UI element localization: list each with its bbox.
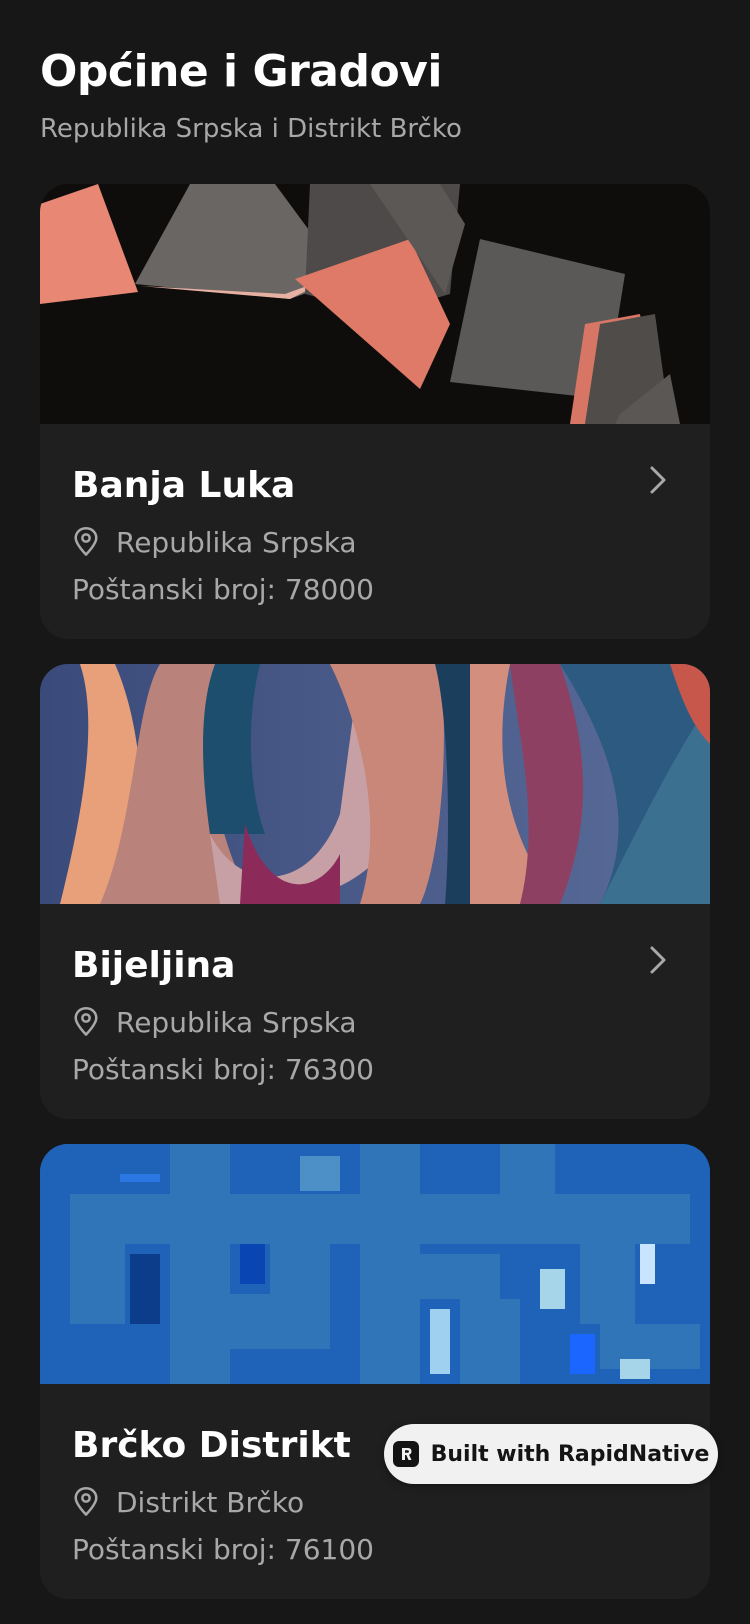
chevron-right-icon[interactable] (646, 944, 670, 976)
card-title: Banja Luka (72, 465, 296, 506)
rapidnative-logo-icon (392, 1441, 419, 1467)
page-title: Općine i Gradovi (40, 46, 442, 97)
page-header: Općine i Gradovi Republika Srpska i Dist… (40, 44, 710, 146)
city-card-banja-luka[interactable]: Banja Luka Republika Srpska Poštanski br… (40, 184, 710, 639)
map-pin-icon (74, 527, 98, 556)
card-region: Republika Srpska (116, 525, 357, 559)
chevron-right-icon[interactable] (646, 464, 670, 496)
card-postal-code: Poštanski broj: 76300 (72, 1053, 374, 1086)
badge-label: Built with RapidNative (430, 1441, 710, 1467)
card-region: Distrikt Brčko (116, 1485, 305, 1519)
card-postal-code: Poštanski broj: 78000 (72, 573, 374, 606)
card-region: Republika Srpska (116, 1005, 357, 1039)
built-with-badge[interactable]: Built with RapidNative (384, 1424, 718, 1484)
page-subtitle: Republika Srpska i Distrikt Brčko (40, 114, 462, 144)
card-title: Bijeljina (72, 945, 236, 986)
city-card-bijeljina[interactable]: Bijeljina Republika Srpska Poštanski bro… (40, 664, 710, 1119)
card-image (40, 184, 710, 424)
card-image (40, 1144, 710, 1384)
map-pin-icon (74, 1487, 98, 1516)
card-image (40, 664, 710, 904)
city-card-brcko-distrikt[interactable]: Brčko Distrikt Distrikt Brčko Poštanski … (40, 1144, 710, 1599)
card-postal-code: Poštanski broj: 76100 (72, 1533, 374, 1566)
map-pin-icon (74, 1007, 98, 1036)
